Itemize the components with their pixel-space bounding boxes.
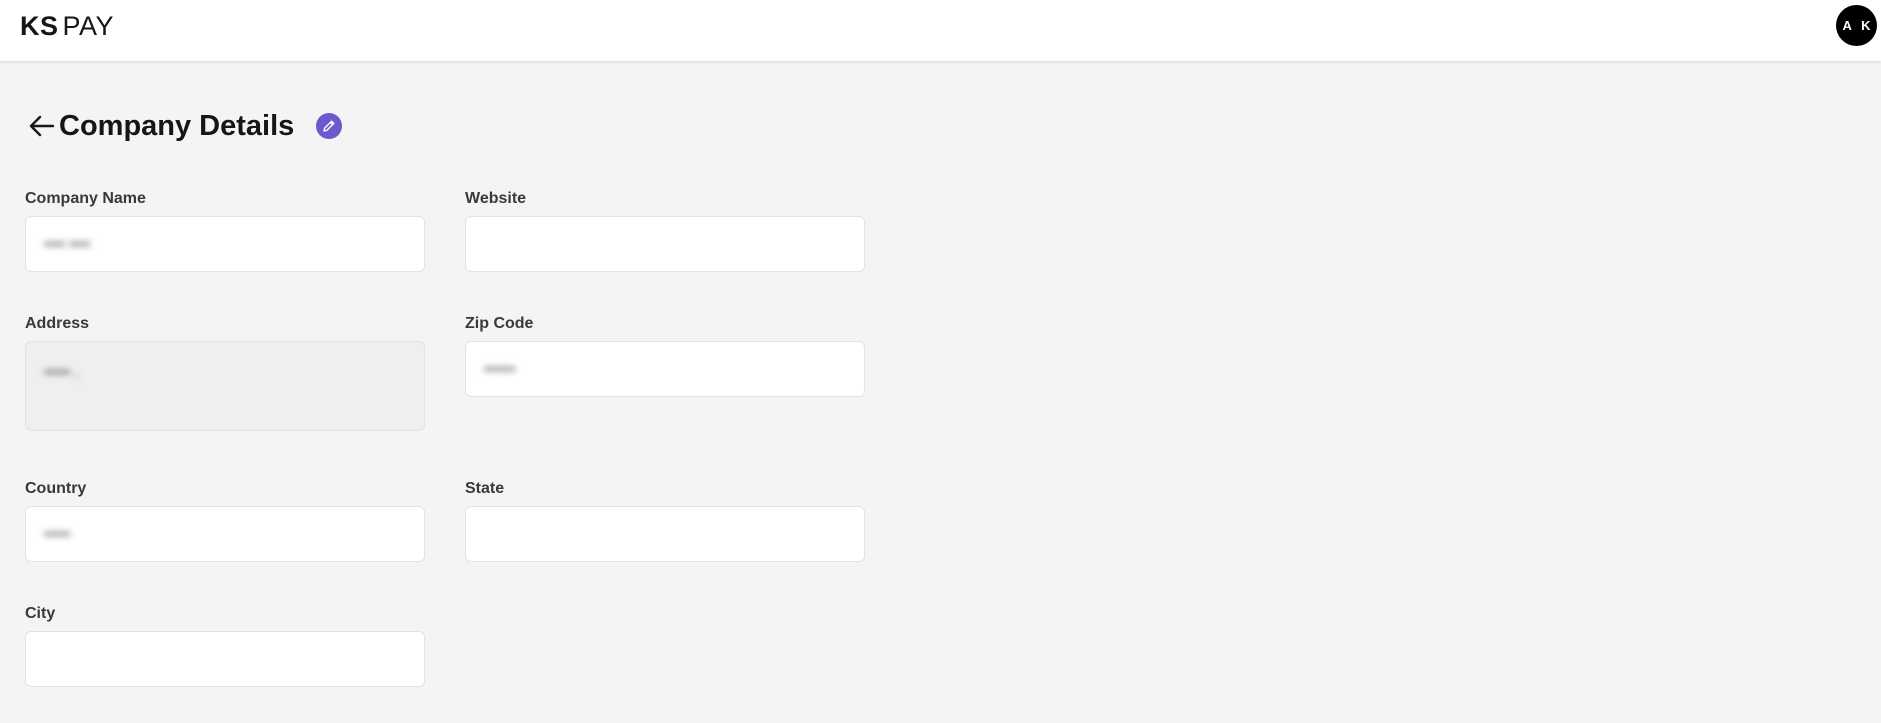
- country-field[interactable]: •••••: [25, 506, 425, 562]
- logo-light-text: PAY: [62, 11, 115, 41]
- page-header: Company Details: [28, 106, 343, 146]
- country-value: •••••: [44, 525, 71, 543]
- top-bar: KS PAY A K: [0, 0, 1881, 61]
- company-name-field[interactable]: •••• ••••: [25, 216, 425, 272]
- avatar[interactable]: A K: [1836, 5, 1877, 46]
- address-label: Address: [25, 315, 90, 332]
- arrow-left-icon: [29, 115, 55, 137]
- country-label: Country: [25, 480, 87, 497]
- edit-button[interactable]: [316, 113, 343, 139]
- company-name-value: •••• ••••: [44, 235, 91, 253]
- website-label: Website: [465, 190, 527, 207]
- logo-bold-text: KS: [20, 11, 59, 41]
- logo[interactable]: KS PAY: [20, 13, 114, 40]
- company-name-label: Company Name: [25, 190, 146, 207]
- city-label: City: [25, 605, 56, 622]
- address-field[interactable]: ••••• ,: [25, 341, 425, 431]
- zip-code-field[interactable]: ••••••: [465, 341, 865, 397]
- page-title: Company Details: [59, 110, 295, 142]
- website-field[interactable]: [465, 216, 865, 272]
- pencil-icon: [323, 120, 335, 132]
- zip-code-label: Zip Code: [465, 315, 534, 332]
- back-button[interactable]: [28, 112, 56, 140]
- zip-code-value: ••••••: [484, 360, 516, 378]
- address-value: ••••• ,: [44, 364, 79, 381]
- state-label: State: [465, 480, 505, 497]
- state-field[interactable]: [465, 506, 865, 562]
- city-field[interactable]: [25, 631, 425, 687]
